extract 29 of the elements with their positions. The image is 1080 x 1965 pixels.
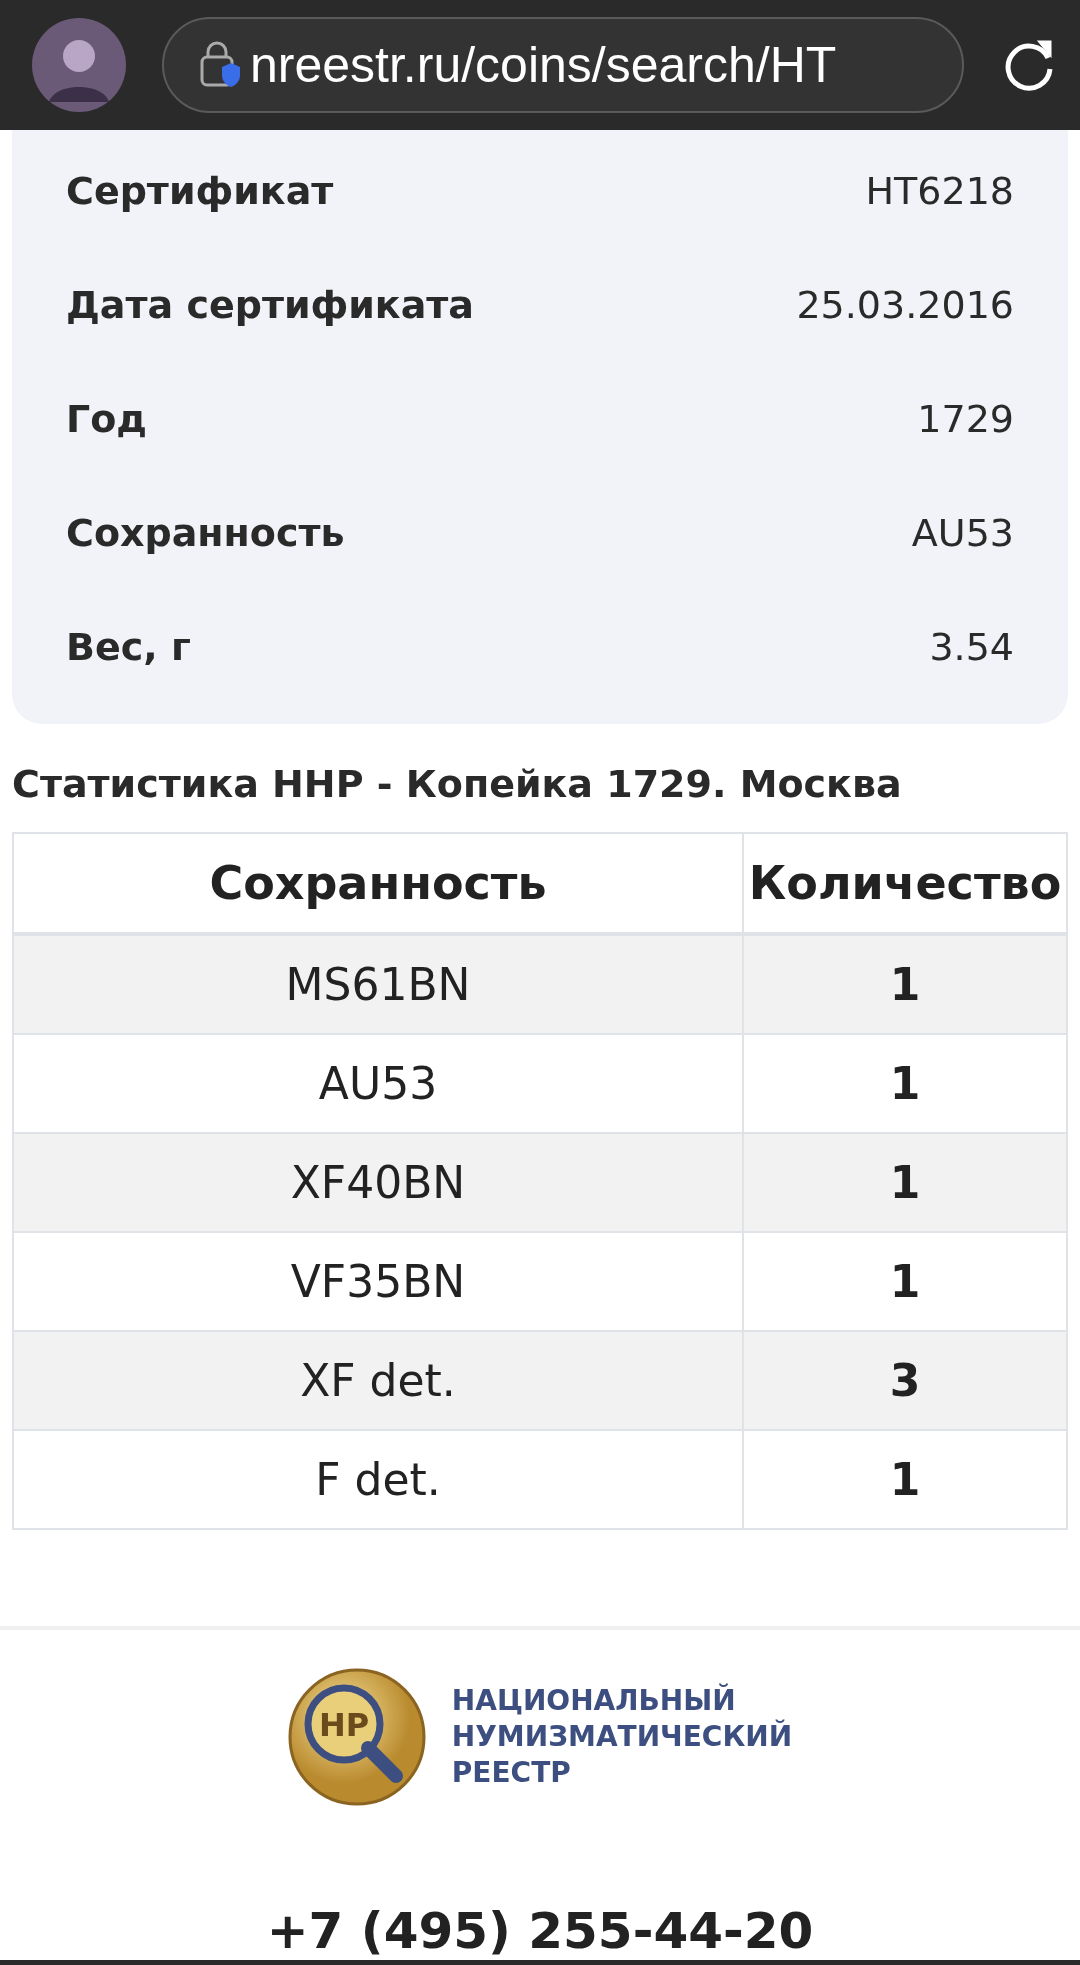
table-cell: XF40BN [13, 1133, 743, 1232]
table-cell: AU53 [13, 1034, 743, 1133]
field-label: Сертификат [66, 169, 334, 213]
lock-shield-icon [200, 41, 242, 89]
field-label: Год [66, 397, 147, 441]
field-value: HT6218 [865, 169, 1014, 213]
table-cell: XF det. [13, 1331, 743, 1430]
table-cell: 1 [743, 1034, 1067, 1133]
field-label: Сохранность [66, 511, 345, 555]
table-cell: MS61BN [13, 934, 743, 1034]
logo-coin-icon: НР [287, 1667, 426, 1806]
table-cell: 1 [743, 1133, 1067, 1232]
table-cell: F det. [13, 1430, 743, 1529]
table-cell: 1 [743, 1232, 1067, 1331]
field-value: 3.54 [929, 625, 1014, 669]
avatar-icon[interactable] [32, 18, 126, 112]
section-title: Статистика ННР - Копейка 1729. Москва [12, 762, 903, 806]
table-cell: 1 [743, 934, 1067, 1034]
phone-number[interactable]: +7 (495) 255-44-20 [0, 1901, 1080, 1960]
field-value: 1729 [917, 397, 1014, 441]
field-value: AU53 [911, 511, 1014, 555]
address-bar[interactable]: nreestr.ru/coins/search/HT [162, 17, 964, 113]
table-cell: 3 [743, 1331, 1067, 1430]
field-label: Вес, г [66, 625, 191, 669]
field-value: 25.03.2016 [796, 283, 1014, 327]
table-cell: 1 [743, 1430, 1067, 1529]
field-label: Дата сертификата [66, 283, 474, 327]
table-cell: VF35BN [13, 1232, 743, 1331]
registry-name: НАЦИОНАЛЬНЫЙ НУМИЗМАТИЧЕСКИЙ РЕЕСТР [451, 1682, 793, 1791]
